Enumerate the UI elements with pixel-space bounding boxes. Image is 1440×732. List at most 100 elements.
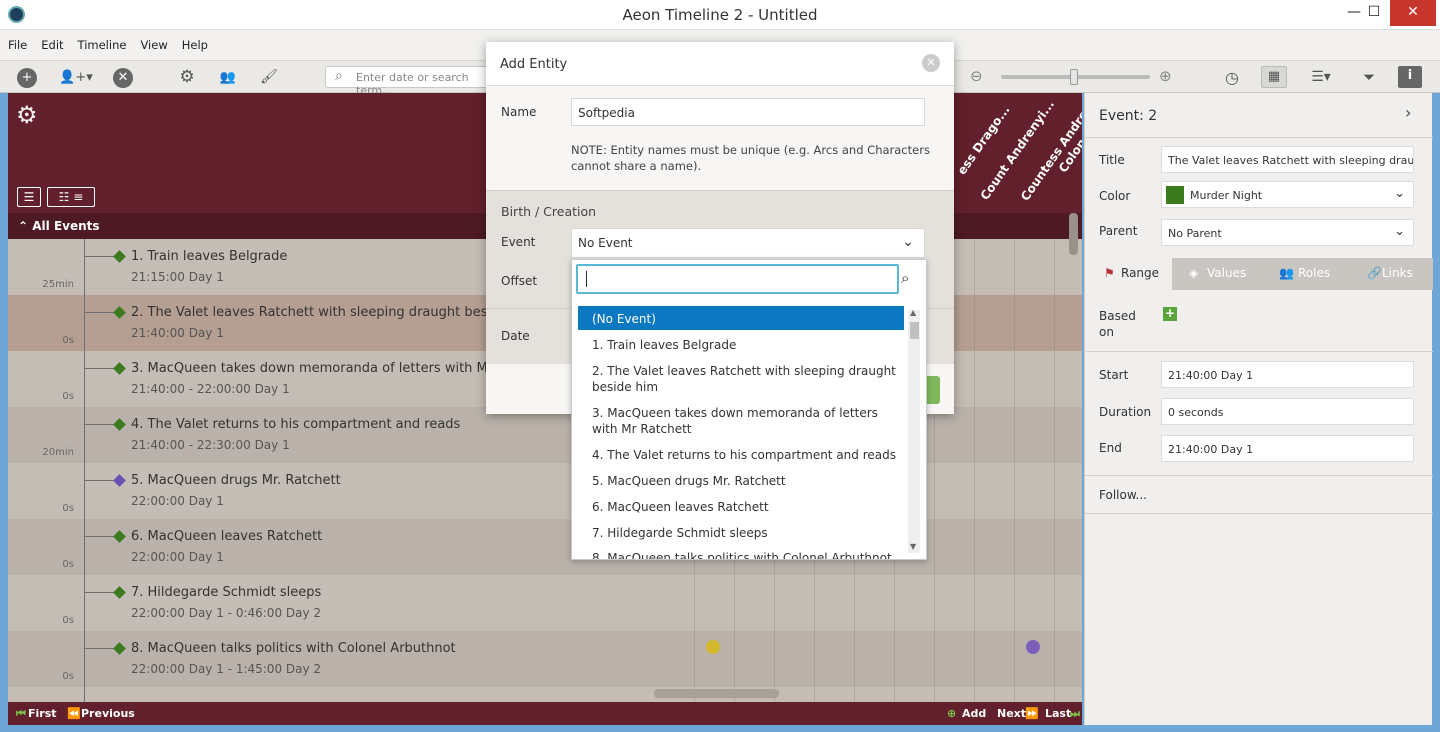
people-icon[interactable]: 👥 [218,68,238,88]
outline-mode-icon[interactable]: ☷ ≡ [47,187,95,207]
chevron-right-icon[interactable]: › [1405,103,1411,122]
end-field[interactable]: 21:40:00 Day 1 [1161,435,1414,462]
dropdown-option[interactable]: 3. MacQueen takes down memoranda of lett… [578,405,904,437]
dropdown-search-input[interactable] [576,264,899,294]
dropdown-option[interactable]: 7. Hildegarde Schmidt sleeps [578,525,904,541]
time-label: 0s [62,335,74,346]
collapse-icon[interactable]: ⌃ [18,219,28,233]
inspector-header: Event: 2 [1099,108,1158,124]
color-select[interactable]: Murder Night ⌄ [1161,181,1414,208]
event-title[interactable]: 5. MacQueen drugs Mr. Ratchett [131,473,341,488]
info-icon[interactable]: i [1398,66,1422,88]
list-view-icon[interactable]: ☰▾ [1303,68,1339,88]
settings-gear-icon[interactable]: ⚙ [16,101,38,129]
next-icon[interactable]: ⏩ [1025,707,1039,720]
parent-select[interactable]: No Parent ⌄ [1161,219,1414,246]
time-label: 0s [62,671,74,682]
dropdown-option[interactable]: 8. MacQueen talks politics with Colonel … [578,549,904,559]
participation-dot[interactable] [706,640,720,654]
menu-edit[interactable]: Edit [34,30,70,52]
name-input[interactable]: Softpedia [571,98,925,126]
color-value: Murder Night [1190,189,1263,202]
menu-help[interactable]: Help [175,30,215,52]
tab-links[interactable]: Links [1382,266,1413,280]
menu-timeline[interactable]: Timeline [71,30,134,52]
dropdown-option[interactable]: 4. The Valet returns to his compartment … [578,447,904,463]
menu-file[interactable]: File [0,30,34,52]
participation-dot[interactable] [1026,640,1040,654]
add-based-on-icon[interactable]: + [1163,307,1177,321]
event-time: 21:15:00 Day 1 [131,270,224,284]
event-connector [85,368,115,369]
zoom-out-icon[interactable]: ⊖ [970,67,983,85]
close-icon[interactable]: ✕ [922,54,940,72]
add-button[interactable]: Add [962,707,986,720]
dropdown-option[interactable]: 6. MacQueen leaves Ratchett [578,499,904,515]
bottom-nav: ⏮ First ⏪ Previous ⊕ Add Next ⏩ Last ⏭ [8,702,1082,725]
first-button[interactable]: First [28,707,57,720]
event-title[interactable]: 2. The Valet leaves Ratchett with sleepi… [131,305,507,320]
tab-values[interactable]: Values [1207,266,1246,280]
text-cursor [586,271,587,287]
last-button[interactable]: Last [1045,707,1071,720]
inspector-panel: Event: 2 › Title The Valet leaves Ratche… [1084,93,1433,725]
follow-button[interactable]: Follow... [1099,488,1147,502]
date-label: Date [501,329,530,343]
close-button[interactable]: ✕ [1390,0,1436,26]
start-field[interactable]: 21:40:00 Day 1 [1161,361,1414,388]
column-header[interactable]: Count Andrenyi... [978,97,1058,202]
zoom-thumb[interactable] [1070,69,1078,85]
last-icon[interactable]: ⏭ [1070,707,1080,721]
time-label: 0s [62,391,74,402]
scroll-down-icon[interactable]: ▼ [910,542,916,551]
chevron-down-icon: ⌄ [1394,224,1405,239]
brush-icon[interactable]: 🖌 [259,68,279,88]
event-select[interactable]: No Event ⌄ [571,228,925,258]
zoom-in-icon[interactable]: ⊕ [1159,67,1172,85]
add-person-icon[interactable]: 👤+▾ [58,68,94,88]
delete-icon[interactable]: ✕ [113,68,133,88]
first-icon[interactable]: ⏮ [16,707,26,721]
dropdown-scroll-thumb[interactable] [910,322,919,339]
menu-view[interactable]: View [133,30,174,52]
duration-field[interactable]: 0 seconds [1161,398,1414,425]
horizontal-scrollbar[interactable] [654,689,779,698]
event-title[interactable]: 6. MacQueen leaves Ratchett [131,529,322,544]
dropdown-option[interactable]: 1. Train leaves Belgrade [578,337,904,353]
dropdown-scrollbar[interactable]: ▲ ▼ [908,308,920,553]
previous-icon[interactable]: ⏪ [67,707,81,720]
grid-line [1014,239,1015,719]
ok-button[interactable] [926,376,940,404]
previous-button[interactable]: Previous [81,707,135,720]
grid-view-icon[interactable]: ▦ [1261,66,1287,88]
search-input[interactable]: ⌕ Enter date or search term... [325,66,495,97]
flag-icon: ⚑ [1104,266,1115,280]
event-title[interactable]: 3. MacQueen takes down memoranda of lett… [131,361,506,376]
dropdown-option[interactable]: 2. The Valet leaves Ratchett with sleepi… [578,363,904,395]
tab-roles[interactable]: Roles [1298,266,1330,280]
filter-icon[interactable]: ⏷ [1359,68,1379,88]
link-icon: 🔗 [1367,266,1382,280]
event-title[interactable]: 4. The Valet returns to his compartment … [131,417,460,432]
list-mode-icon[interactable]: ☰ [17,187,41,207]
clock-icon[interactable]: ◷ [1222,68,1242,88]
zoom-control[interactable]: ⊖ ⊕ [970,66,1185,88]
event-title[interactable]: 7. Hildegarde Schmidt sleeps [131,585,321,600]
vertical-scrollbar[interactable] [1069,213,1078,255]
event-title[interactable]: 8. MacQueen talks politics with Colonel … [131,641,456,656]
dropdown-option[interactable]: (No Event) [578,306,904,330]
name-label: Name [501,105,537,119]
search-icon[interactable]: ⌕ [901,269,909,287]
tab-range-label[interactable]: Range [1121,266,1159,280]
next-button[interactable]: Next [997,707,1026,720]
event-title[interactable]: 1. Train leaves Belgrade [131,249,287,264]
event-time: 22:00:00 Day 1 [131,494,224,508]
title-field[interactable]: The Valet leaves Ratchett with sleeping … [1161,146,1414,173]
uniqueness-note: NOTE: Entity names must be unique (e.g. … [571,143,930,173]
scroll-up-icon[interactable]: ▲ [910,308,916,317]
gear-icon[interactable]: ⚙ [177,68,197,88]
dropdown-option[interactable]: 5. MacQueen drugs Mr. Ratchett [578,473,904,489]
add-icon[interactable]: ⊕ [947,707,956,720]
maximize-button[interactable]: ☐ [1354,0,1394,26]
add-icon[interactable]: + [17,68,37,88]
